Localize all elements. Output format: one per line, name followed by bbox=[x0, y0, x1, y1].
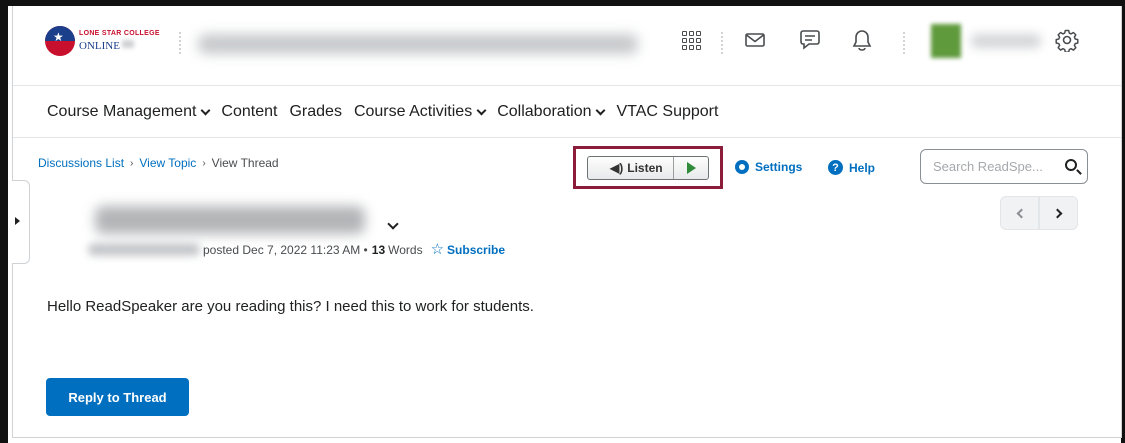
nav-vtac-support[interactable]: VTAC Support bbox=[616, 103, 718, 121]
message-icon[interactable] bbox=[796, 26, 824, 54]
post-body: Hello ReadSpeaker are you reading this? … bbox=[47, 298, 534, 315]
mail-icon[interactable] bbox=[741, 26, 769, 54]
thread-title-redacted bbox=[95, 206, 365, 234]
chevron-down-icon bbox=[476, 105, 487, 115]
breadcrumb-separator-icon: › bbox=[202, 157, 206, 169]
top-header: ★ LONE STAR COLLEGE ONLINE bbox=[13, 6, 1121, 86]
chevron-down-icon bbox=[596, 105, 606, 115]
previous-thread-button[interactable] bbox=[1000, 196, 1039, 230]
breadcrumb: Discussions List › View Topic › View Thr… bbox=[38, 156, 279, 170]
thread-pager bbox=[1000, 196, 1078, 230]
chevron-left-icon bbox=[1016, 208, 1026, 218]
search-field[interactable] bbox=[920, 149, 1088, 184]
bell-icon[interactable] bbox=[848, 26, 876, 54]
logo-line2: ONLINE bbox=[79, 39, 120, 52]
chevron-right-icon bbox=[1052, 208, 1062, 218]
nav-course-activities[interactable]: Course Activities bbox=[354, 103, 487, 121]
posted-date: posted Dec 7, 2022 11:23 AM • bbox=[203, 243, 368, 257]
gear-icon[interactable] bbox=[1053, 26, 1081, 54]
words-label: Words bbox=[388, 243, 423, 257]
word-count: 13 bbox=[371, 243, 386, 257]
nav-content[interactable]: Content bbox=[221, 103, 277, 121]
play-icon bbox=[686, 162, 696, 174]
nav-grades[interactable]: Grades bbox=[289, 103, 341, 121]
listen-button[interactable]: ◀) Listen bbox=[587, 156, 709, 180]
listen-label: Listen bbox=[627, 161, 663, 175]
chevron-down-icon bbox=[200, 105, 211, 115]
nav-collaboration[interactable]: Collaboration bbox=[497, 103, 606, 121]
readspeaker-settings-link[interactable]: Settings bbox=[735, 160, 802, 174]
header-divider bbox=[903, 32, 905, 54]
star-icon[interactable]: ☆ bbox=[431, 242, 444, 257]
listen-main-button[interactable]: ◀) Listen bbox=[588, 157, 674, 179]
side-panel-toggle[interactable] bbox=[12, 180, 30, 264]
breadcrumb-current: View Thread bbox=[211, 156, 279, 170]
speaker-icon: ◀) bbox=[610, 161, 624, 175]
readspeaker-help-link[interactable]: ? Help bbox=[828, 160, 875, 175]
gear-icon bbox=[735, 160, 749, 174]
search-input[interactable] bbox=[933, 159, 1055, 174]
post-meta: posted Dec 7, 2022 11:23 AM • 13 Words ☆… bbox=[203, 242, 505, 257]
breadcrumb-discussions-list[interactable]: Discussions List bbox=[38, 156, 124, 170]
breadcrumb-separator-icon: › bbox=[130, 157, 134, 169]
avatar[interactable] bbox=[931, 24, 961, 58]
college-logo[interactable]: ★ LONE STAR COLLEGE ONLINE bbox=[45, 26, 160, 56]
frame-left bbox=[0, 0, 8, 443]
play-button[interactable] bbox=[674, 157, 708, 179]
caret-right-icon bbox=[15, 217, 20, 225]
help-icon: ? bbox=[828, 160, 843, 175]
reply-to-thread-button[interactable]: Reply to Thread bbox=[46, 378, 189, 416]
user-name-redacted[interactable] bbox=[971, 34, 1041, 48]
apps-grid-icon[interactable] bbox=[677, 26, 705, 54]
course-name-redacted[interactable] bbox=[198, 34, 638, 54]
next-thread-button[interactable] bbox=[1039, 196, 1078, 230]
author-name-redacted bbox=[88, 243, 200, 256]
search-icon[interactable] bbox=[1065, 159, 1077, 171]
nav-course-management[interactable]: Course Management bbox=[47, 103, 211, 121]
course-navbar: Course Management Content Grades Course … bbox=[13, 87, 1121, 138]
header-divider bbox=[721, 32, 723, 54]
logo-emblem-icon: ★ bbox=[45, 26, 75, 56]
subscribe-link[interactable]: Subscribe bbox=[447, 243, 505, 257]
header-divider bbox=[179, 32, 181, 54]
logo-line1: LONE STAR COLLEGE bbox=[79, 29, 160, 37]
breadcrumb-view-topic[interactable]: View Topic bbox=[139, 156, 196, 170]
